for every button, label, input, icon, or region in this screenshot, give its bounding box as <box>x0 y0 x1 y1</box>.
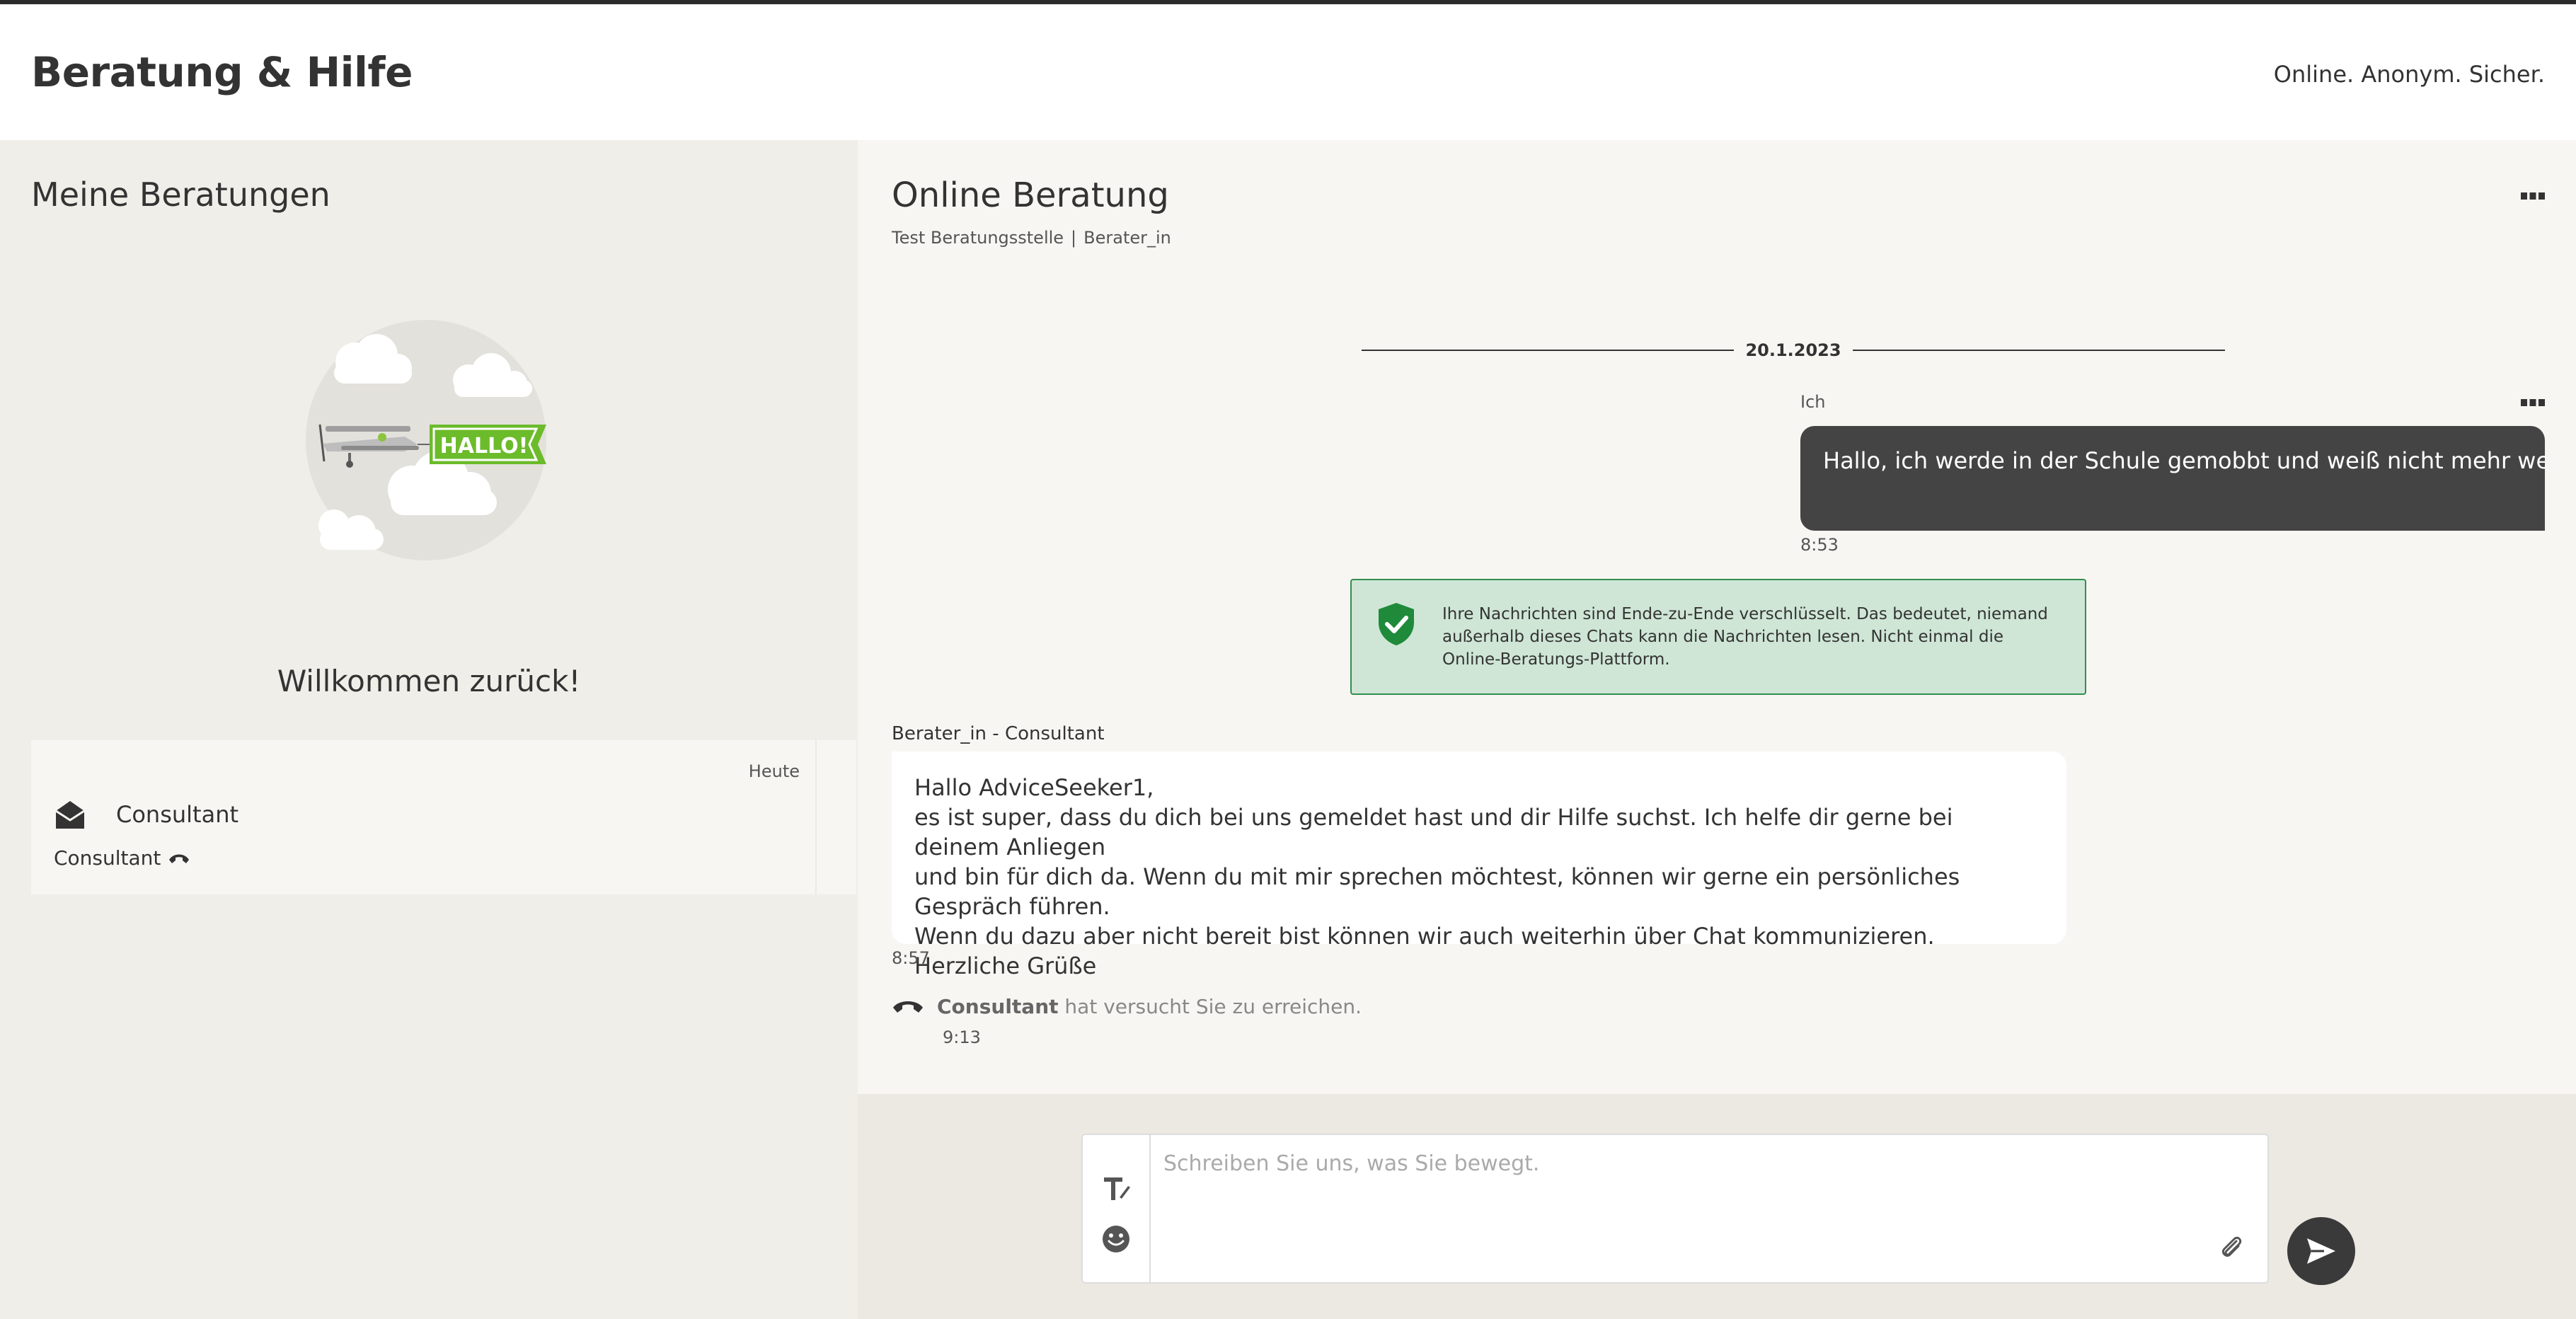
welcome-message: Willkommen zurück! <box>277 664 581 698</box>
session-subtitle: Consultant <box>54 846 161 870</box>
app-header: Beratung & Hilfe Online. Anonym. Sicher. <box>0 4 2576 140</box>
call-event-text: hat versucht Sie zu erreichen. <box>1064 994 1362 1018</box>
sessions-sidebar: Meine Beratungen HALLO! Willkommen zurüc… <box>0 140 858 1319</box>
welcome-airplane-illustration: HALLO! <box>306 320 546 560</box>
chat-title: Online Beratung <box>892 175 1169 215</box>
message-composer-area <box>858 1094 2576 1319</box>
own-message-sender: Ich <box>1800 392 1826 412</box>
message-composer <box>1081 1134 2269 1284</box>
message-line: Hallo AdviceSeeker1, <box>914 774 1154 801</box>
envelope-open-icon <box>55 801 85 829</box>
message-line: und bin für dich da. Wenn du mit mir spr… <box>914 863 1960 920</box>
encryption-notice-text: Ihre Nachrichten sind Ende-zu-Ende versc… <box>1442 605 2048 669</box>
header-claim: Online. Anonym. Sicher. <box>2273 61 2545 88</box>
phone-hangup-icon <box>169 854 190 863</box>
date-separator-line <box>1852 350 2226 351</box>
text-format-icon[interactable] <box>1101 1173 1131 1203</box>
consultant-message-bubble: Hallo AdviceSeeker1, es ist super, dass … <box>892 751 2066 979</box>
message-more-icon[interactable] <box>2521 398 2545 408</box>
consultant-message-sender: Berater_in - Consultant <box>892 723 1105 744</box>
card-divider <box>815 740 817 894</box>
subtitle-separator: | <box>1071 228 1077 248</box>
missed-call-event: Consultant hat versucht Sie zu erreichen… <box>892 992 1362 1020</box>
date-separator-label: 20.1.2023 <box>1745 340 1841 360</box>
message-line: Herzliche Grüße <box>914 952 1097 979</box>
message-input[interactable] <box>1162 1145 2184 1182</box>
illustration-banner-text: HALLO! <box>440 434 529 459</box>
date-separator: 20.1.2023 <box>1362 340 2226 361</box>
session-title: Consultant <box>116 801 239 828</box>
agency-name: Test Beratungsstelle <box>892 228 1064 248</box>
message-line: es ist super, dass du dich bei uns gemel… <box>914 804 1953 860</box>
chat-view: Online Beratung Test Beratungsstelle | Ber… <box>858 140 2576 1094</box>
session-date: Heute <box>748 761 800 781</box>
session-list-item[interactable]: Heute Consultant Consultant <box>31 740 856 894</box>
session-last-activity: Consultant <box>54 846 190 870</box>
attachment-icon[interactable] <box>2218 1234 2246 1262</box>
brand-title[interactable]: Beratung & Hilfe <box>31 48 413 96</box>
own-message-bubble: Hallo, ich werde in der Schule gemobbt u… <box>1800 426 2545 531</box>
emoji-icon[interactable] <box>1101 1224 1131 1254</box>
sidebar-title: Meine Beratungen <box>31 175 330 214</box>
chat-subtitle: Test Beratungsstelle | Berater_in <box>892 228 1171 248</box>
call-event-name: Consultant <box>937 994 1059 1018</box>
date-separator-line <box>1362 350 1735 351</box>
consultant-role: Berater_in <box>1083 228 1171 248</box>
own-message-time: 8:53 <box>1800 535 1839 555</box>
chat-more-menu-icon[interactable] <box>2521 191 2545 201</box>
send-icon <box>2307 1238 2335 1264</box>
phone-hangup-icon <box>893 1001 923 1013</box>
message-line: Wenn du dazu aber nicht bereit bist könn… <box>914 923 1935 950</box>
send-button[interactable] <box>2287 1217 2355 1285</box>
shield-check-icon <box>1379 603 1414 645</box>
call-event-time: 9:13 <box>943 1027 981 1047</box>
encryption-notice: Ihre Nachrichten sind Ende-zu-Ende versc… <box>1350 579 2086 695</box>
consultant-message-time: 8:57 <box>892 948 930 968</box>
composer-toolbar <box>1083 1135 1151 1282</box>
